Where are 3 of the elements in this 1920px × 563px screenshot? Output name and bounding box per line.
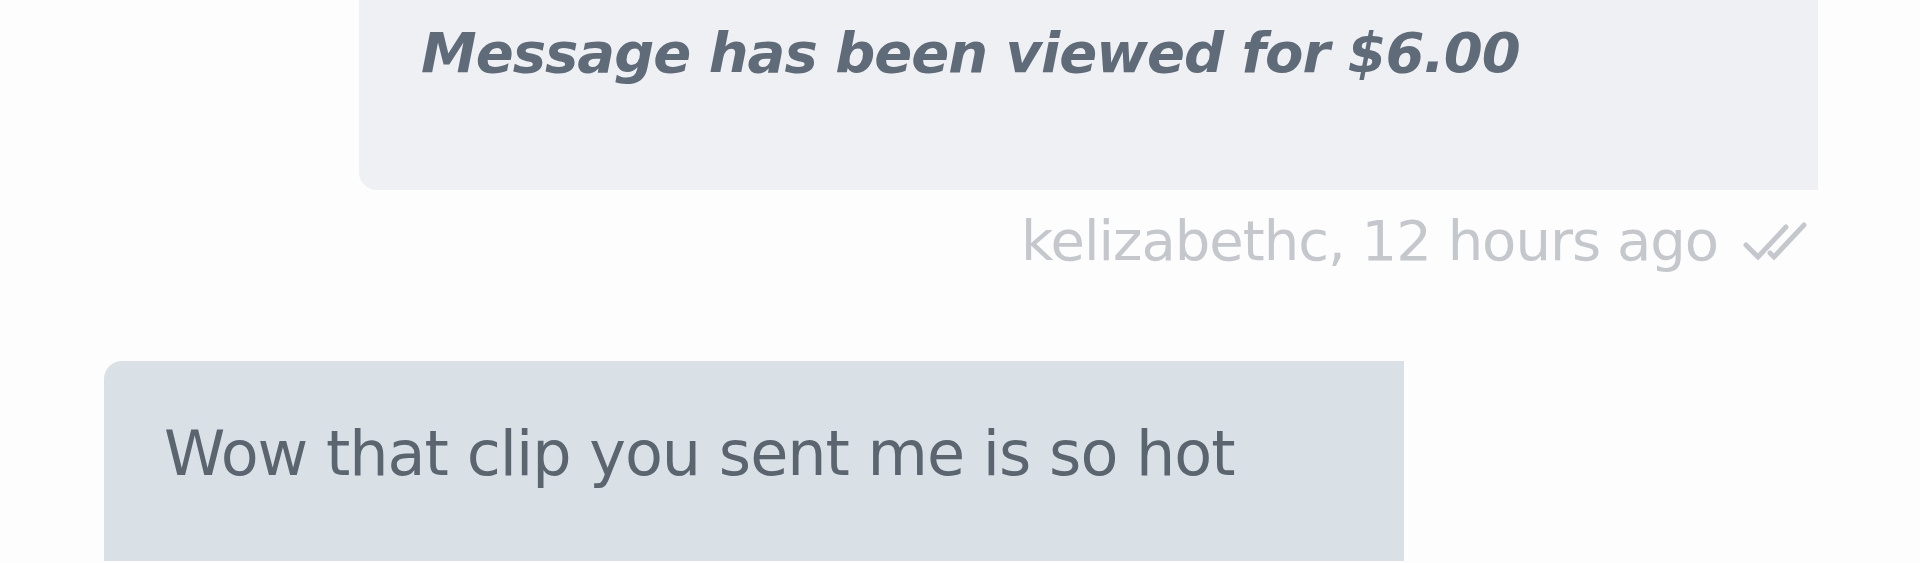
message-meta: kelizabethc, 12 hours ago bbox=[1021, 208, 1718, 273]
message-text: Wow that clip you sent me is so hot bbox=[164, 417, 1235, 490]
message-text: Message has been viewed for $6.00 bbox=[421, 20, 1520, 85]
